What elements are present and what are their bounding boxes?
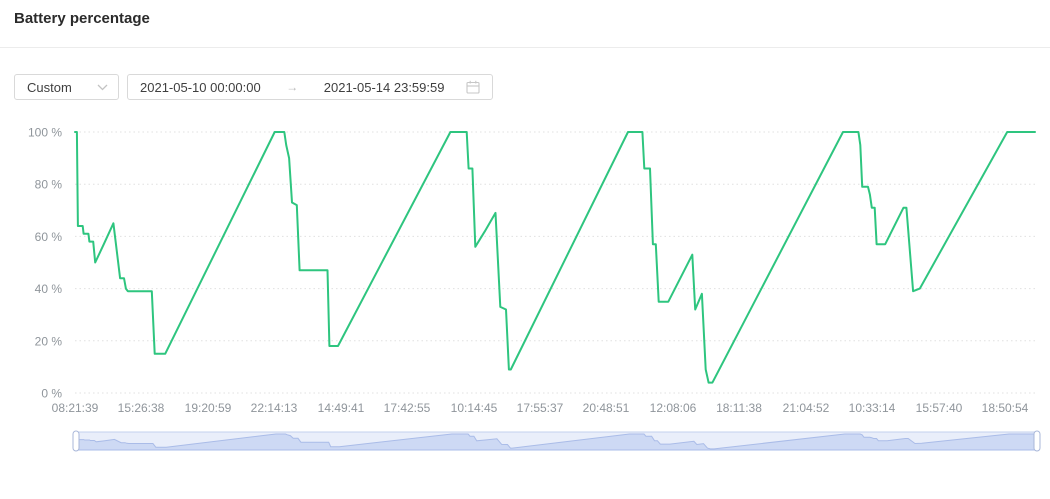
x-axis-label: 21:04:52 [783,401,830,415]
y-axis-label: 100 % [28,126,62,140]
x-axis-label: 08:21:39 [52,401,99,415]
calendar-icon[interactable] [466,80,480,94]
battery-series-line [74,131,1036,384]
date-range-picker[interactable]: 2021-05-10 00:00:00 → 2021-05-14 23:59:5… [127,74,493,100]
header-divider [0,47,1050,48]
date-range-start[interactable]: 2021-05-10 00:00:00 [140,80,261,95]
y-axis-label: 60 % [35,230,63,244]
x-axis-label: 19:20:59 [185,401,232,415]
y-axis-label: 40 % [35,282,63,296]
x-axis-label: 10:14:45 [451,401,498,415]
filter-bar: Custom 2021-05-10 00:00:00 → 2021-05-14 … [14,74,493,100]
x-axis-label: 20:48:51 [583,401,630,415]
page-title: Battery percentage [14,10,150,27]
chevron-down-icon [97,84,108,90]
y-axis-label: 0 % [41,387,62,401]
y-axis: 100 % 80 % 60 % 40 % 20 % 0 % [28,126,62,401]
x-axis-label: 22:14:13 [251,401,298,415]
y-axis-label: 20 % [35,334,63,348]
datazoom-handle-right[interactable] [1033,430,1041,452]
x-axis: 08:21:39 15:26:38 19:20:59 22:14:13 14:4… [52,401,1029,415]
x-axis-label: 18:50:54 [982,401,1029,415]
x-axis-label: 15:57:40 [916,401,963,415]
x-axis-label: 17:55:37 [517,401,564,415]
range-preset-value: Custom [27,79,72,95]
x-axis-label: 18:11:38 [716,401,762,415]
range-preset-dropdown[interactable]: Custom [14,74,119,100]
x-axis-label: 10:33:14 [849,401,896,415]
datazoom-slider[interactable] [72,430,1041,452]
date-range-end[interactable]: 2021-05-14 23:59:59 [324,80,445,95]
x-axis-label: 12:08:06 [650,401,697,415]
datazoom-handle-left[interactable] [72,430,80,452]
arrow-right-icon: → [286,80,299,94]
gridlines [75,131,1037,394]
battery-chart: 100 % 80 % 60 % 40 % 20 % 0 % 08:21:39 1… [28,126,1041,452]
x-axis-label: 15:26:38 [118,401,165,415]
x-axis-label: 17:42:55 [384,401,431,415]
x-axis-label: 14:49:41 [318,401,365,415]
y-axis-label: 80 % [35,178,63,192]
